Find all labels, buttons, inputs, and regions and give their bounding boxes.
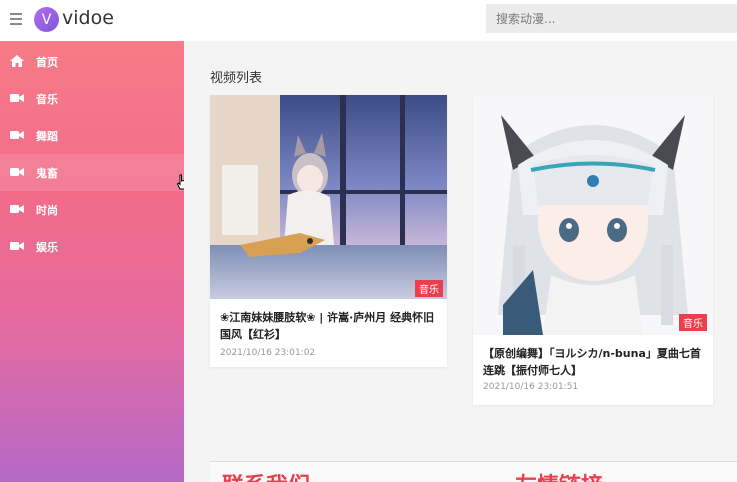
main-content: 视频列表 音乐 ❀江南妹妹腰肢软❀ | 许嵩·庐州月 经典怀旧国风【红衫】 20… <box>184 41 737 482</box>
video-card[interactable]: 音乐 ❀江南妹妹腰肢软❀ | 许嵩·庐州月 经典怀旧国风【红衫】 2021/10… <box>210 95 447 367</box>
video-title[interactable]: 【原创编舞】「ヨルシカ/n-buna」夏曲七首连跳【振付师七人】 <box>483 345 705 379</box>
sidebar-item-home[interactable]: 首页 <box>0 43 184 80</box>
sidebar-item-kichiku[interactable]: 鬼畜 <box>0 154 184 191</box>
category-tag: 音乐 <box>679 314 707 331</box>
brand-name[interactable]: vidoe <box>62 7 114 29</box>
sidebar-item-fashion[interactable]: 时尚 <box>0 191 184 228</box>
top-header: V vidoe <box>0 0 737 41</box>
friend-links-link[interactable]: 友情链接 <box>515 468 603 482</box>
video-title[interactable]: ❀江南妹妹腰肢软❀ | 许嵩·庐州月 经典怀旧国风【红衫】 <box>220 309 440 343</box>
video-camera-icon <box>10 168 24 176</box>
logo-badge[interactable]: V <box>34 7 59 32</box>
footer-links-strip: 联系我们 友情链接 <box>210 461 737 482</box>
sidebar-item-label: 舞蹈 <box>36 130 58 143</box>
contact-us-link[interactable]: 联系我们 <box>222 468 310 482</box>
home-icon <box>10 55 24 67</box>
category-tag: 音乐 <box>415 280 443 297</box>
sidebar-item-label: 首页 <box>36 56 58 69</box>
video-camera-icon <box>10 131 24 139</box>
sidebar-item-entertainment[interactable]: 娱乐 <box>0 228 184 265</box>
sidebar-item-label: 鬼畜 <box>36 167 58 180</box>
menu-icon[interactable] <box>10 13 22 25</box>
video-timestamp: 2021/10/16 23:01:02 <box>220 348 316 358</box>
sidebar-item-label: 时尚 <box>36 204 58 217</box>
sidebar-item-dance[interactable]: 舞蹈 <box>0 117 184 154</box>
video-timestamp: 2021/10/16 23:01:51 <box>483 382 579 392</box>
sidebar-item-label: 音乐 <box>36 93 58 106</box>
video-camera-icon <box>10 242 24 250</box>
video-camera-icon <box>10 205 24 213</box>
video-thumbnail[interactable]: 音乐 <box>473 95 713 335</box>
video-thumbnail[interactable]: 音乐 <box>210 95 447 299</box>
sidebar: 首页 音乐 舞蹈 鬼畜 时尚 娱乐 <box>0 41 184 482</box>
video-card[interactable]: 音乐 【原创编舞】「ヨルシカ/n-buna」夏曲七首连跳【振付师七人】 2021… <box>473 95 713 405</box>
video-camera-icon <box>10 94 24 102</box>
sidebar-item-music[interactable]: 音乐 <box>0 80 184 117</box>
search-input[interactable] <box>486 4 737 33</box>
sidebar-item-label: 娱乐 <box>36 241 58 254</box>
section-title: 视频列表 <box>210 71 263 86</box>
